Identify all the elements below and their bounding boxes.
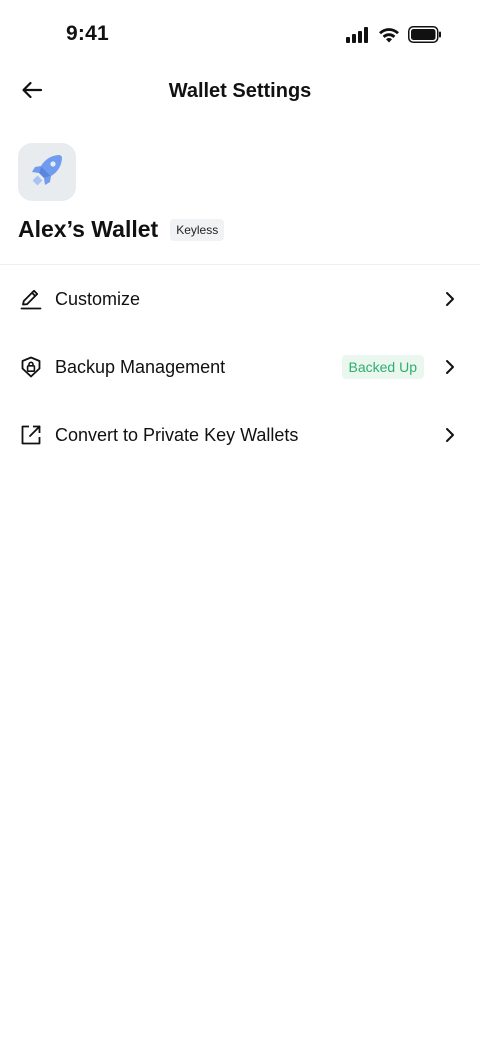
header: Wallet Settings bbox=[0, 70, 480, 114]
chevron-right-icon bbox=[442, 291, 458, 307]
rocket-icon bbox=[27, 150, 67, 195]
menu-item-label: Backup Management bbox=[55, 356, 226, 377]
chevron-right-icon bbox=[442, 427, 458, 443]
status-icons bbox=[346, 26, 442, 48]
status-bar: 9:41 bbox=[0, 0, 480, 72]
backed-up-badge: Backed Up bbox=[341, 355, 424, 379]
menu-item-label: Customize bbox=[55, 288, 141, 309]
menu-item-label: Convert to Private Key Wallets bbox=[55, 424, 299, 445]
external-link-icon bbox=[18, 422, 44, 448]
chevron-right-icon bbox=[442, 359, 458, 375]
menu-item-convert-private-key[interactable]: Convert to Private Key Wallets bbox=[0, 407, 480, 463]
shield-lock-icon bbox=[18, 354, 44, 380]
cellular-signal-icon bbox=[346, 26, 370, 48]
status-time: 9:41 bbox=[66, 22, 109, 45]
battery-icon bbox=[408, 26, 442, 48]
page-title: Wallet Settings bbox=[168, 80, 312, 102]
keyless-tag: Keyless bbox=[170, 218, 225, 241]
wallet-name: Alex’s Wallet bbox=[18, 216, 159, 242]
divider bbox=[0, 264, 480, 265]
wifi-icon bbox=[378, 27, 400, 48]
pencil-icon bbox=[18, 286, 44, 312]
menu-item-customize[interactable]: Customize bbox=[0, 271, 480, 327]
wallet-name-row: Alex’s Wallet Keyless bbox=[18, 216, 225, 243]
wallet-avatar bbox=[18, 143, 76, 201]
menu-item-backup-management[interactable]: Backup Management Backed Up bbox=[0, 339, 480, 395]
